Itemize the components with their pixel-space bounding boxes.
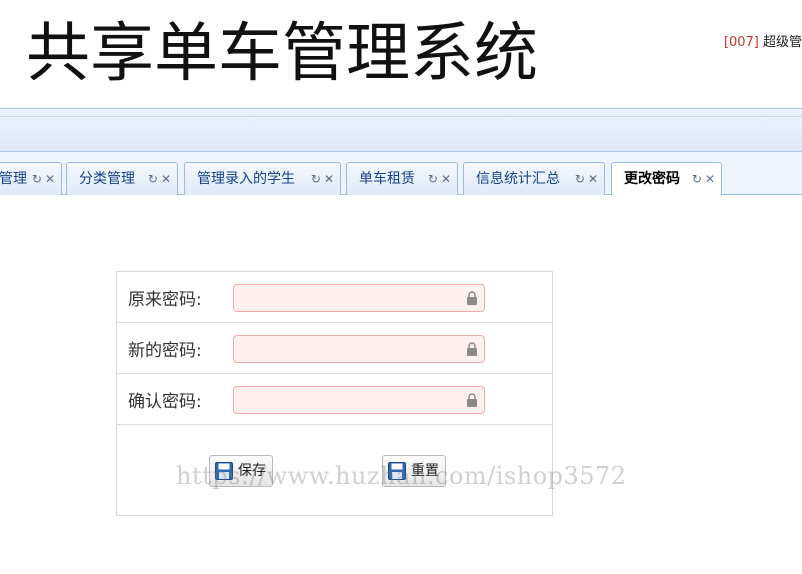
close-icon[interactable]: ✕ xyxy=(705,172,715,186)
tab-change-password[interactable]: 更改密码 ↻ ✕ xyxy=(611,162,722,196)
watermark: https://www.huzhan.com/ishop3572 xyxy=(176,462,627,490)
close-icon[interactable]: ✕ xyxy=(324,172,334,186)
app-title: 共享单车管理系统 xyxy=(26,17,538,91)
confirm-password-row: 确认密码: xyxy=(117,374,552,425)
user-id: [007] xyxy=(723,35,759,50)
confirm-password-label: 确认密码: xyxy=(128,392,202,412)
refresh-icon[interactable]: ↻ xyxy=(575,172,585,186)
tab-label: 分类管理 xyxy=(79,171,135,187)
refresh-icon[interactable]: ↻ xyxy=(428,172,438,186)
old-password-label: 原来密码: xyxy=(128,290,202,310)
user-role: 超级管 xyxy=(762,35,802,50)
close-icon[interactable]: ✕ xyxy=(45,172,55,186)
tab-label: 更改密码 xyxy=(624,171,680,187)
close-icon[interactable]: ✕ xyxy=(588,172,598,186)
close-icon[interactable]: ✕ xyxy=(161,172,171,186)
tab-manage[interactable]: 管理 ↻ ✕ xyxy=(0,162,62,195)
refresh-icon[interactable]: ↻ xyxy=(148,172,158,186)
refresh-icon[interactable]: ↻ xyxy=(32,172,42,186)
close-icon[interactable]: ✕ xyxy=(441,172,451,186)
tab-student-management[interactable]: 管理录入的学生 ↻ ✕ xyxy=(184,162,341,195)
tab-label: 单车租赁 xyxy=(359,171,415,187)
old-password-field[interactable] xyxy=(233,284,485,312)
lock-icon xyxy=(467,342,477,356)
new-password-label: 新的密码: xyxy=(128,341,202,361)
tab-label: 管理 xyxy=(0,171,27,187)
tab-label: 信息统计汇总 xyxy=(476,171,560,187)
tab-bike-rental[interactable]: 单车租赁 ↻ ✕ xyxy=(346,162,458,195)
refresh-icon[interactable]: ↻ xyxy=(692,172,702,186)
header-divider xyxy=(0,108,802,117)
new-password-field[interactable] xyxy=(233,335,485,363)
tab-category-management[interactable]: 分类管理 ↻ ✕ xyxy=(66,162,178,195)
toolbar-strip xyxy=(0,117,802,152)
app-header: 共享单车管理系统 [007] 超级管 xyxy=(0,0,802,108)
refresh-icon[interactable]: ↻ xyxy=(311,172,321,186)
tab-label: 管理录入的学生 xyxy=(197,171,295,187)
old-password-row: 原来密码: xyxy=(117,272,552,323)
tab-strip: 管理 ↻ ✕ 分类管理 ↻ ✕ 管理录入的学生 ↻ ✕ 单车租赁 ↻ ✕ 信息统计汇总 … xyxy=(0,152,802,196)
confirm-password-field[interactable] xyxy=(233,386,485,414)
tab-statistics[interactable]: 信息统计汇总 ↻ ✕ xyxy=(463,162,605,195)
lock-icon xyxy=(467,393,477,407)
user-info: [007] 超级管 xyxy=(724,31,802,50)
lock-icon xyxy=(467,291,477,305)
new-password-row: 新的密码: xyxy=(117,323,552,374)
